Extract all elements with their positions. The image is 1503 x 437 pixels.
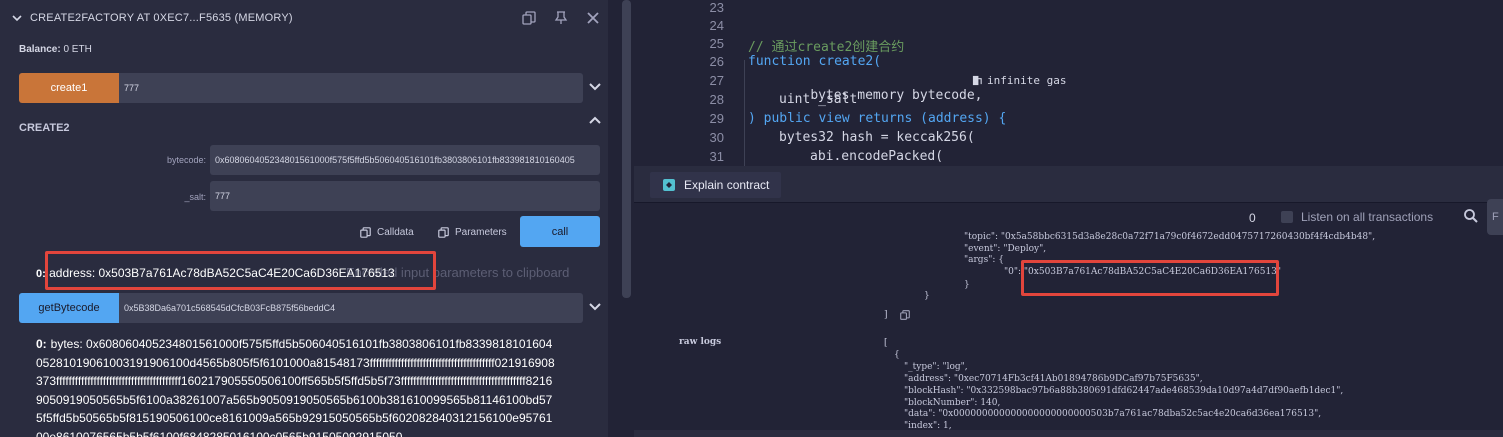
- sparkle-icon: [663, 179, 675, 191]
- terminal-hscrollbar[interactable]: [634, 430, 1503, 437]
- bytecode-value: 0x6080604052348015610​00f575f5ffd5b50604…: [215, 155, 575, 165]
- highlight-box: [45, 251, 436, 290]
- line-number: 26: [709, 54, 724, 69]
- code-line: bytes32 hash = keccak256(: [779, 130, 975, 145]
- listen-label: Listen on all transactions: [1301, 210, 1434, 224]
- search-icon[interactable]: [1463, 208, 1479, 224]
- line-number: 24: [709, 18, 724, 33]
- code-line: ) public view returns (address) {: [748, 111, 1007, 126]
- line-number: 30: [709, 130, 724, 145]
- chevron-down-icon[interactable]: [588, 80, 602, 94]
- line-number: 23: [709, 0, 724, 15]
- getbytecode-input[interactable]: 0x5B38Da6a701c568545dCfcB03FcB875f56bedd…: [119, 293, 583, 323]
- highlight-box: [1021, 260, 1279, 296]
- log-line: "address": "0xec70714Fb3cf41Ab01894786b9…: [904, 374, 1203, 384]
- pending-tx-count: 0: [1249, 211, 1256, 225]
- bytecode-input[interactable]: 0x6080604052348015610​00f575f5ffd5b50604…: [210, 145, 600, 175]
- chevron-up-icon[interactable]: [588, 113, 602, 127]
- indent-guide: [744, 60, 745, 166]
- copy-icon[interactable]: [900, 310, 910, 320]
- log-line: "_type": "log",: [904, 362, 968, 372]
- bytes-result: 0: bytes: 0x608060405234801561000f575f5ff…: [36, 335, 556, 437]
- salt-input[interactable]: 777: [210, 181, 600, 211]
- balance: Balance: 0 ETH: [19, 44, 92, 55]
- bytecode-label: bytecode:: [166, 155, 206, 165]
- gas-pump-icon: [972, 75, 982, 86]
- listen-checkbox[interactable]: [1281, 211, 1293, 223]
- copy-icon: [438, 227, 449, 238]
- create1-input[interactable]: 777: [119, 73, 583, 103]
- balance-value: 0 ETH: [63, 44, 92, 55]
- raw-logs-label: raw logs: [679, 337, 722, 347]
- gas-note: infinite gas: [987, 74, 1067, 87]
- calldata-button[interactable]: Calldata: [360, 227, 414, 238]
- close-icon[interactable]: [584, 9, 602, 27]
- log-line: "topic": "0x5a58bbc6315d3a8e28c0a72f71a7…: [964, 232, 1376, 242]
- code-line: function create2(: [748, 54, 882, 69]
- bytes-value: bytes: 0x608060405234801561000f575f5ffd5…: [36, 337, 555, 437]
- copy-icon: [360, 227, 371, 238]
- explain-contract-label: Explain contract: [684, 178, 770, 192]
- gas-estimate: infinite gas: [972, 74, 1066, 87]
- create1-row: create1 777: [19, 73, 583, 103]
- line-number: 28: [709, 92, 724, 107]
- code-editor[interactable]: 23 24 25 26 27 28 29 30 31 // 通过create2创…: [634, 0, 1503, 166]
- bytes-key: 0:: [36, 337, 47, 351]
- log-line: [: [884, 338, 888, 348]
- line-number: 27: [709, 73, 724, 88]
- parameters-button[interactable]: Parameters: [438, 227, 507, 238]
- explain-contract-button[interactable]: Explain contract: [650, 172, 782, 198]
- terminal-filter-input[interactable]: F: [1487, 199, 1503, 235]
- code-comment: // 通过create2创建合约: [748, 40, 905, 55]
- log-line: "args": {: [964, 255, 1004, 265]
- parameters-label: Parameters: [455, 227, 507, 238]
- salt-label: _salt:: [184, 192, 206, 202]
- calldata-label: Calldata: [377, 227, 414, 238]
- line-number: 31: [709, 149, 724, 164]
- log-line: "blockNumber": 140,: [904, 398, 1001, 408]
- salt-value: 777: [215, 191, 231, 201]
- log-line: "data": "0x000000000000000000000000503b7…: [904, 409, 1322, 419]
- chevron-down-icon[interactable]: [588, 300, 602, 314]
- balance-label: Balance:: [19, 44, 61, 55]
- log-line: "blockHash": "0x332598bac97b6a88b380691d…: [904, 386, 1344, 396]
- listen-all-transactions[interactable]: Listen on all transactions: [1281, 210, 1433, 224]
- chevron-down-icon[interactable]: [12, 13, 22, 23]
- log-line: {: [894, 350, 900, 360]
- getbytecode-button[interactable]: getBytecode: [19, 293, 119, 323]
- line-number: 29: [709, 111, 724, 126]
- copy-icon[interactable]: [520, 9, 538, 27]
- contract-title: CREATE2FACTORY AT 0XEC7...F5635 (MEMORY): [30, 12, 293, 24]
- left-scrollbar[interactable]: [622, 0, 631, 298]
- log-line: "event": "Deploy",: [964, 244, 1047, 254]
- code-line: uint _salt: [779, 92, 858, 107]
- contract-header[interactable]: CREATE2FACTORY AT 0XEC7...F5635 (MEMORY): [0, 0, 608, 36]
- pin-icon[interactable]: [552, 9, 570, 27]
- code-line: abi.encodePacked(: [810, 149, 944, 164]
- getbytecode-row: getBytecode 0x5B38Da6a701c568545dCfcB03F…: [19, 293, 583, 323]
- call-button[interactable]: call: [520, 216, 600, 247]
- log-line: }: [924, 291, 930, 301]
- create1-button[interactable]: create1: [19, 73, 119, 103]
- deployed-contract-panel: CREATE2FACTORY AT 0XEC7...F5635 (MEMORY)…: [0, 0, 608, 437]
- log-line: ]: [884, 310, 888, 320]
- create2-section-title: CREATE2: [19, 122, 70, 134]
- line-number: 25: [709, 36, 724, 51]
- log-line: }: [964, 280, 970, 290]
